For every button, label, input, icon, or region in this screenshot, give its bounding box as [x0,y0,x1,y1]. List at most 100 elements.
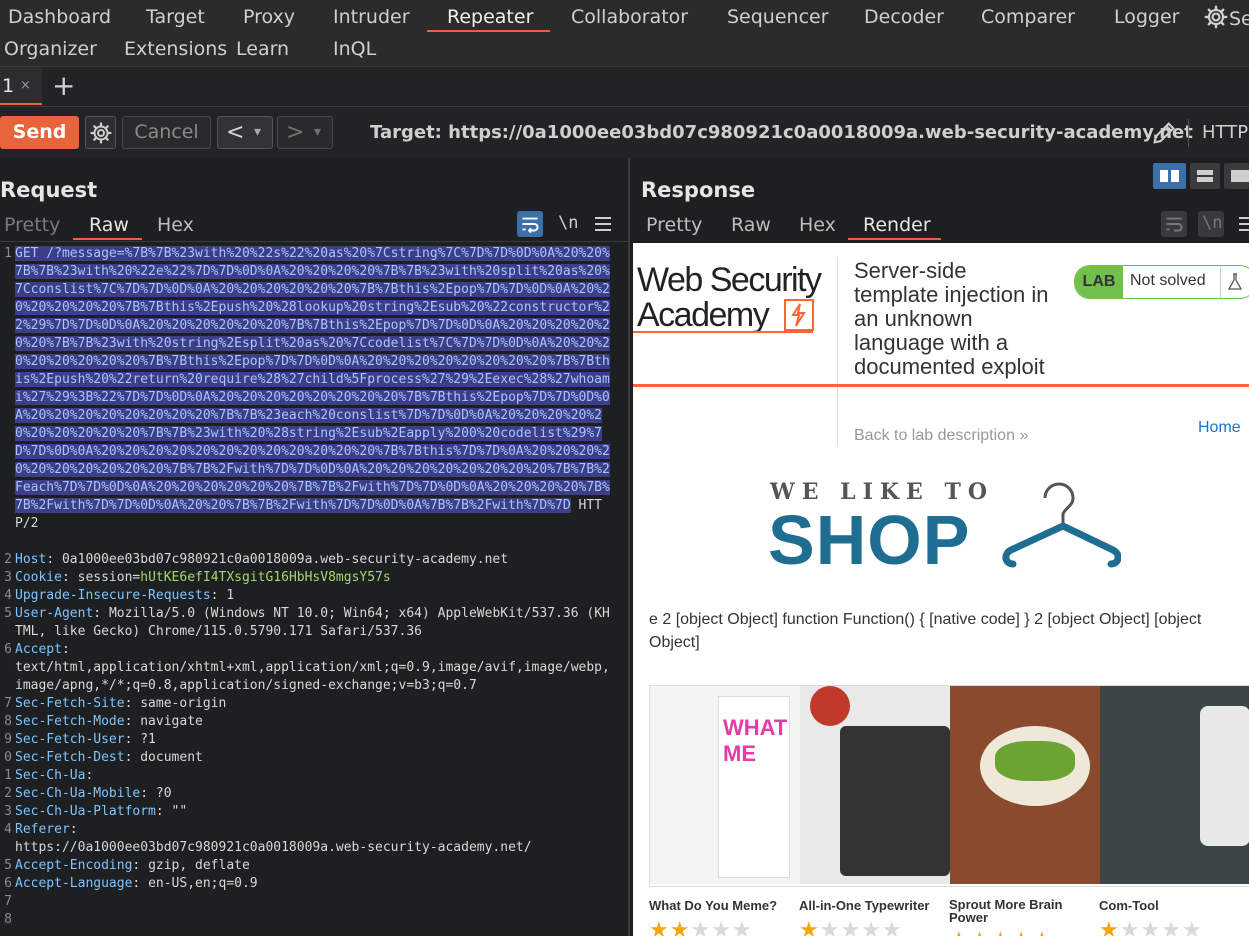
product-name[interactable]: Sprout More Brain Power [949,898,1089,924]
target-url: https://0a1000ee03bd07c980921c0a0018009a… [448,122,1193,143]
menu-icon[interactable] [592,214,614,234]
send-button[interactable]: Send [0,116,79,149]
meme-box: WHAT ME [718,696,790,878]
nav-settings[interactable]: Se [1203,4,1249,30]
line-number: 8 [4,912,12,927]
newline-toggle-button[interactable]: \n [1198,211,1224,237]
line-number: 7 [4,894,12,909]
nav-learn[interactable]: Learn [236,38,289,60]
tab-hex[interactable]: Hex [799,214,836,236]
tab-raw[interactable]: Raw [731,214,771,236]
product-rating: ★★★★★ [649,917,753,936]
header-key: Sec-Fetch-Mode [15,714,125,729]
previous-request-button[interactable]: < ▾ [217,116,273,149]
menu-icon[interactable] [1236,214,1249,234]
close-icon[interactable]: × [20,78,31,93]
wrap-icon [1166,217,1183,232]
nav-inql[interactable]: InQL [333,38,376,60]
nav-comparer[interactable]: Comparer [981,6,1075,28]
settings-button[interactable] [85,116,116,149]
layout-stacked-button[interactable] [1190,163,1220,189]
product-name[interactable]: All-in-One Typewriter [799,898,939,913]
cookie-value: hUtKE6efI4TXsgitG16HbHsV8mgsY57s [140,570,391,585]
tab-hex[interactable]: Hex [157,214,194,236]
header-key: Sec-Ch-Ua-Platform [15,804,156,819]
tab-raw-indicator [73,238,142,240]
chevron-down-icon[interactable]: ▾ [314,117,321,148]
encoded-payload: %7B%7B%23with%20%22s%22%20as%20%7Cstring… [15,246,610,513]
layout-tabs-button[interactable] [1224,163,1249,189]
line-number: 1 [4,246,12,261]
line-number: 8 [4,714,12,729]
product-image[interactable] [950,686,1100,884]
target-display[interactable]: Target: https://0a1000ee03bd07c980921c0a… [370,122,1193,143]
star-empty-icon: ★ [819,917,841,936]
logo-bolt-icon [784,299,814,331]
cancel-button[interactable]: Cancel [122,116,211,149]
product-image[interactable]: WHAT ME [650,686,800,884]
nav-sequencer[interactable]: Sequencer [727,6,829,28]
pane-divider[interactable] [628,158,630,936]
nav-collaborator[interactable]: Collaborator [571,6,688,28]
back-to-lab-link[interactable]: Back to lab description » [854,427,1028,445]
nav-extensions[interactable]: Extensions [124,38,227,60]
lab-title: Server-side template injection in an unk… [854,258,1049,379]
product-rating: ★★★★★ [799,917,903,936]
header-key: Referer [15,822,70,837]
nav-organizer[interactable]: Organizer [4,38,97,60]
product-image[interactable] [1100,686,1249,884]
tab-pretty[interactable]: Pretty [646,214,702,236]
star-filled-icon: ★ [949,927,970,936]
header-key: Sec-Ch-Ua [15,768,86,783]
header-key: Sec-Fetch-Site [15,696,125,711]
nav-logger[interactable]: Logger [1114,6,1180,28]
nav-decoder[interactable]: Decoder [864,6,944,28]
repeater-toolbar: Send Cancel < ▾ > ▾ Target: https://0a10… [0,106,1249,159]
header-value: session= [77,570,141,585]
star-empty-icon: ★ [1161,917,1182,936]
star-empty-icon: ★ [731,917,753,936]
tab-render[interactable]: Render [863,214,931,236]
layout-side-by-side-button[interactable] [1153,163,1186,189]
line-number: 6 [4,642,12,657]
star-empty-icon: ★ [1140,917,1162,936]
header-value: ?1 [140,732,156,747]
repeater-tab-1[interactable]: 1 × [0,67,42,105]
header-separator [837,257,838,445]
add-tab-icon[interactable]: + [52,69,75,102]
http-version-selector[interactable]: HTTP [1202,122,1248,143]
sprouts-shape [995,741,1075,781]
word-wrap-button[interactable] [1161,211,1187,237]
gear-icon [1204,5,1228,29]
request-editor[interactable]: 1 GET /?message=%7B%7B%23with%20%22s%22%… [0,243,628,936]
nav-repeater[interactable]: Repeater [447,6,533,28]
logo-text-line1: Web Security [637,261,822,299]
product-name[interactable]: Com-Tool [1099,898,1239,913]
star-filled-icon: ★ [669,917,691,936]
header-value: gzip, deflate [148,858,250,873]
line-number: 2 [4,786,12,801]
tab-pretty[interactable]: Pretty [4,214,60,236]
nav-target[interactable]: Target [146,6,205,28]
main-menu-bar: Dashboard Target Proxy Intruder Repeater… [0,0,1249,66]
nav-intruder[interactable]: Intruder [333,6,410,28]
request-line-text: GET /?message=%7B%7B%23with%20%22s%22%20… [15,245,615,533]
line-number: 3 [4,804,12,819]
products-grid: WHAT ME [649,685,1249,887]
header-value: "" [171,804,188,819]
home-link[interactable]: Home [1198,419,1241,437]
nav-dashboard[interactable]: Dashboard [8,6,111,28]
product-name[interactable]: What Do You Meme? [649,898,789,913]
next-request-button[interactable]: > ▾ [277,116,333,149]
header-key: Accept-Language [15,876,133,891]
product-image[interactable] [800,686,950,884]
line-number: 4 [4,588,12,603]
chevron-down-icon[interactable]: ▾ [254,117,261,148]
line-number: 9 [4,732,12,747]
tab-raw[interactable]: Raw [89,214,129,236]
pencil-icon[interactable] [1150,119,1178,147]
word-wrap-button[interactable] [517,211,543,237]
newline-toggle-icon[interactable]: \n [558,213,578,233]
target-label: Target: [370,122,442,143]
nav-proxy[interactable]: Proxy [243,6,295,28]
